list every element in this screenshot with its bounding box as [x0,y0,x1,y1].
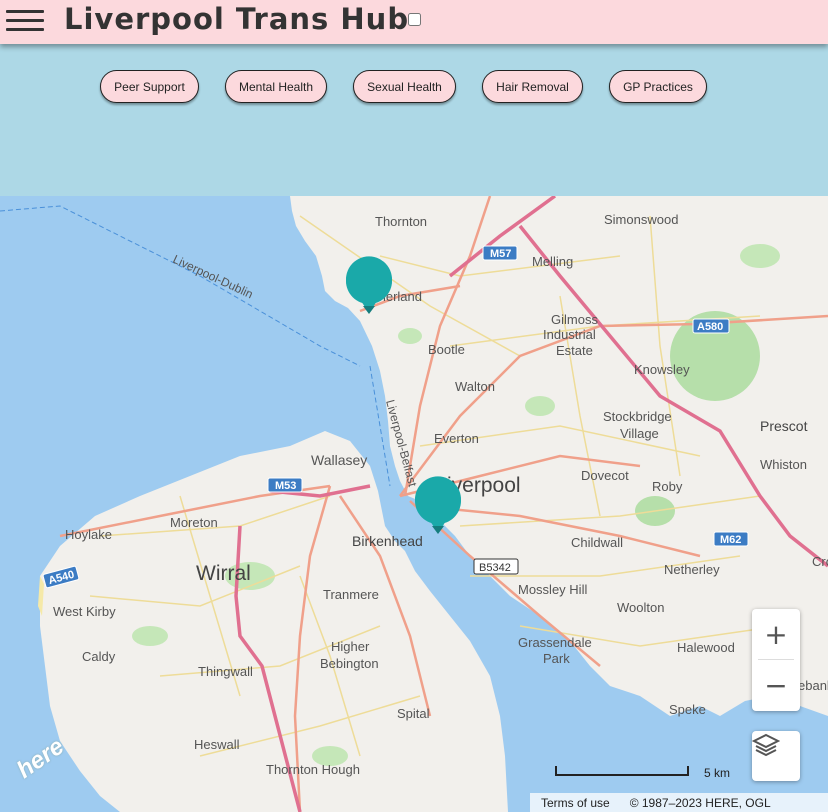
filter-peer-support-button[interactable]: Peer Support [100,70,199,103]
place-label: Walton [455,379,495,394]
place-label: Childwall [571,535,623,550]
copyright-text: © 1987–2023 HERE, OGL [629,795,771,810]
place-label: Roby [652,479,683,494]
place-label: Whiston [760,457,807,472]
filter-gp-practices-button[interactable]: GP Practices [609,70,707,103]
place-label: Thornton Hough [266,762,360,777]
filter-button-row: Peer Support Mental Health Sexual Health… [0,70,828,106]
place-label: Village [620,426,659,441]
place-label: ebank [798,678,828,693]
road-shield-m53: M53 [275,480,296,492]
place-label: Wallasey [311,452,367,468]
map-scale-label: 5 km [704,766,731,780]
place-label: Cro [812,554,828,569]
road-shield-m62: M62 [720,534,741,546]
layers-icon [752,733,780,757]
place-label: Grassendale [518,635,592,650]
place-label: Park [543,651,570,666]
map-attribution: Terms of use © 1987–2023 HERE, OGL [530,793,828,812]
road-shield-m57: M57 [490,248,511,260]
place-label: West Kirby [53,604,116,619]
road-shield-b5342: B5342 [479,562,511,574]
place-label: Dovecot [581,468,629,483]
place-label: Bootle [428,342,465,357]
place-label: Wirral [196,562,251,585]
zoom-out-icon[interactable]: − [752,660,800,710]
place-label: Netherley [664,562,720,577]
place-label: Halewood [677,640,735,655]
place-label: Hoylake [65,527,112,542]
map-scale-bar [555,766,689,776]
place-label: Birkenhead [352,533,423,549]
filter-hair-removal-button[interactable]: Hair Removal [482,70,583,103]
place-label: Caldy [82,649,116,664]
hamburger-menu-icon[interactable] [6,10,44,32]
page-title: Liverpool Trans Hub [64,2,410,36]
place-label: Heswall [194,737,240,752]
place-label: Thingwall [198,664,253,679]
place-label: Tranmere [323,587,379,602]
filter-mental-health-button[interactable]: Mental Health [225,70,327,103]
layers-button[interactable] [752,731,800,781]
zoom-control: + − [752,609,800,711]
place-label: Moreton [170,515,218,530]
place-label: Bebington [320,656,379,671]
map-view[interactable]: Liverpool-Dublin Liverpool-Belfast Thorn… [0,196,828,812]
app-header: Liverpool Trans Hub [0,0,828,44]
place-label: Prescot [760,418,808,434]
place-label: Higher [331,639,370,654]
header-checkbox[interactable] [408,13,421,26]
place-label: Knowsley [634,362,690,377]
terms-of-use-link[interactable]: Terms of use [541,796,610,810]
place-label: Thornton [375,214,427,229]
place-label: Gilmoss [551,312,598,327]
place-label: Industrial [543,327,596,342]
road-shield-a580: A580 [697,321,723,333]
place-label: Spital [397,706,430,721]
filter-sexual-health-button[interactable]: Sexual Health [353,70,456,103]
place-label: Mossley Hill [518,582,587,597]
zoom-in-icon[interactable]: + [752,609,800,659]
place-label: Simonswood [604,212,678,227]
place-label: Woolton [617,600,664,615]
place-label: Stockbridge [603,409,672,424]
place-label: Everton [434,431,479,446]
place-label: Melling [532,254,573,269]
map-canvas[interactable]: Liverpool-Dublin Liverpool-Belfast Thorn… [0,196,828,812]
place-label: Speke [669,702,706,717]
place-label: Estate [556,343,593,358]
